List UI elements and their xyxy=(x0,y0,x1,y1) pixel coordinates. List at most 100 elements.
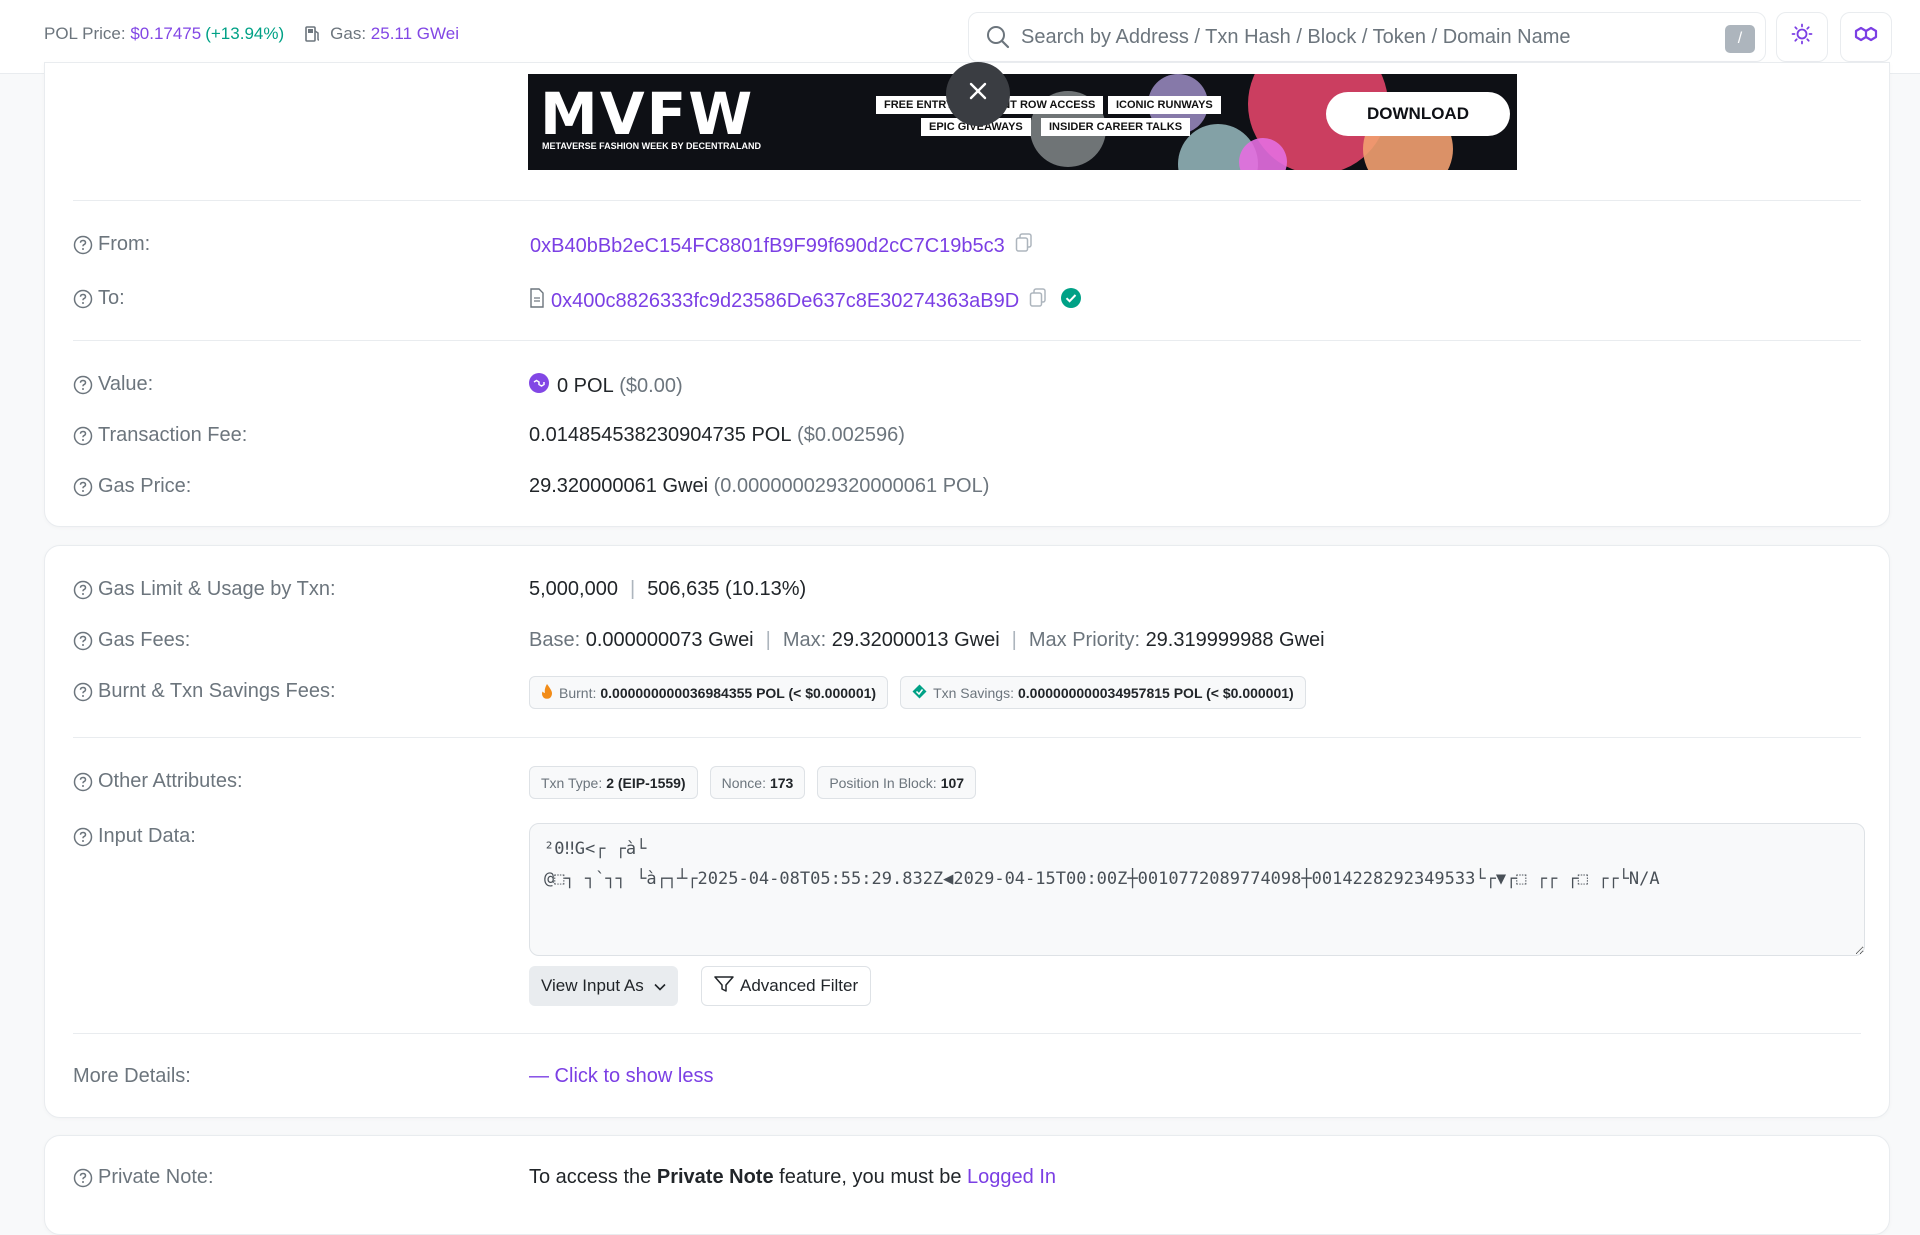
input-data-textarea[interactable]: ²0‼G<┌ ┌à└ @⬚┐ ┐`┐┐ └à┌┐┴┌2025-04-08T05:… xyxy=(529,823,1865,956)
separator: | xyxy=(765,629,771,651)
more-details-value: — Click to show less xyxy=(529,1065,714,1088)
divider xyxy=(73,1033,1861,1034)
question-circle-icon[interactable] xyxy=(73,375,93,395)
txn-type-chip: Txn Type: 2 (EIP-1559) xyxy=(529,766,698,799)
view-input-as-button[interactable]: View Input As xyxy=(529,966,678,1006)
ad-download-button[interactable]: DOWNLOAD xyxy=(1326,92,1510,136)
position-chip: Position In Block: 107 xyxy=(817,766,977,799)
close-icon xyxy=(968,81,988,107)
burnt-label-text: Burnt & Txn Savings Fees: xyxy=(98,680,336,702)
pol-price-value[interactable]: $0.17475 xyxy=(130,24,201,44)
network-switch-button[interactable] xyxy=(1840,12,1892,62)
value-label-text: Value: xyxy=(98,373,154,395)
private-note-value: To access the Private Note feature, you … xyxy=(529,1166,1056,1189)
search-input[interactable]: Search by Address / Txn Hash / Block / T… xyxy=(1021,26,1571,49)
max-priority-label: Max Priority: xyxy=(1028,629,1140,651)
search-shortcut-badge: / xyxy=(1725,25,1755,53)
fee-value: 0.014854538230904735 POL ($0.002596) xyxy=(529,424,905,447)
input-data-label-text: Input Data: xyxy=(98,825,196,847)
sun-icon xyxy=(1791,23,1813,51)
gas-price-pol: (0.000000029320000061 POL) xyxy=(713,475,990,497)
gas-fees-label: Gas Fees: xyxy=(73,629,190,652)
divider xyxy=(73,200,1861,201)
savings-icon xyxy=(912,684,927,702)
nonce-value: 173 xyxy=(769,774,794,791)
question-circle-icon[interactable] xyxy=(73,827,93,847)
savings-chip-label: Txn Savings: xyxy=(933,684,1014,701)
gas-value[interactable]: 25.11 GWei xyxy=(371,24,459,44)
gas-fees-value: Base: 0.000000073 Gwei | Max: 29.3200001… xyxy=(529,629,1325,652)
ad-tag: ICONIC RUNWAYS xyxy=(1108,96,1221,114)
other-attributes-value: Txn Type: 2 (EIP-1559) Nonce: 173 Positi… xyxy=(529,766,988,799)
gas-pump-icon xyxy=(304,25,322,43)
login-link[interactable]: Logged In xyxy=(967,1166,1056,1189)
other-attributes-label: Other Attributes: xyxy=(73,770,243,793)
gas-price-label-text: Gas Price: xyxy=(98,475,192,497)
value-pol: 0 POL xyxy=(557,374,614,397)
private-note-label: Private Note: xyxy=(73,1166,214,1189)
question-circle-icon[interactable] xyxy=(73,235,93,255)
burnt-chip-label: Burnt: xyxy=(559,684,597,701)
question-circle-icon[interactable] xyxy=(73,682,93,702)
copy-icon[interactable] xyxy=(1029,288,1047,314)
ad-logo: MVFW xyxy=(540,80,755,148)
fee-pol: 0.014854538230904735 POL xyxy=(529,424,792,446)
txn-type-label: Txn Type: xyxy=(541,774,603,791)
value-label: Value: xyxy=(73,373,153,396)
ad-tag: INSIDER CAREER TALKS xyxy=(1041,118,1191,136)
contract-file-icon xyxy=(529,288,545,314)
search-bar[interactable]: Search by Address / Txn Hash / Block / T… xyxy=(968,12,1766,62)
max-label: Max: xyxy=(782,629,827,651)
from-address-link[interactable]: 0xB40bBb2eC154FC8801fB9F99f690d2cC7C19b5… xyxy=(530,235,1005,258)
question-circle-icon[interactable] xyxy=(73,426,93,446)
chevron-down-icon xyxy=(654,976,666,996)
search-icon xyxy=(985,24,1011,50)
question-circle-icon[interactable] xyxy=(73,289,93,309)
from-value: 0xB40bBb2eC154FC8801fB9F99f690d2cC7C19b5… xyxy=(530,233,1033,259)
separator: | xyxy=(1011,629,1017,651)
pol-price-change: (+13.94%) xyxy=(205,24,285,43)
gas-price-gwei: 29.320000061 Gwei xyxy=(529,475,709,497)
gas-fees-label-text: Gas Fees: xyxy=(98,629,191,651)
max-priority-value: 29.319999988 Gwei xyxy=(1145,629,1325,651)
to-value: 0x400c8826333fc9d23586De637c8E30274363aB… xyxy=(529,288,1082,314)
private-note-bold: Private Note xyxy=(656,1166,774,1188)
advanced-filter-button[interactable]: Advanced Filter xyxy=(701,966,872,1006)
nonce-chip: Nonce: 173 xyxy=(709,766,806,799)
question-circle-icon[interactable] xyxy=(73,772,93,792)
copy-icon[interactable] xyxy=(1015,233,1033,259)
more-details-label-text: More Details: xyxy=(73,1065,191,1087)
verified-check-icon xyxy=(1061,288,1082,314)
burnt-chip-value: 0.000000000036984355 POL (< $0.000001) xyxy=(600,684,877,701)
to-address-link[interactable]: 0x400c8826333fc9d23586De637c8E30274363aB… xyxy=(551,290,1019,313)
ad-subtitle: METAVERSE FASHION WEEK BY DECENTRALAND xyxy=(542,141,762,151)
separator: | xyxy=(629,578,636,600)
filter-icon xyxy=(714,975,734,997)
polygon-logo-icon xyxy=(1853,23,1879,51)
gas-limit: 5,000,000 xyxy=(529,578,618,600)
to-label-text: To: xyxy=(98,287,125,309)
show-less-link[interactable]: — Click to show less xyxy=(529,1065,714,1088)
question-circle-icon[interactable] xyxy=(73,1168,93,1188)
theme-toggle-button[interactable] xyxy=(1776,12,1828,62)
gas-label: Gas: xyxy=(330,24,367,43)
question-circle-icon[interactable] xyxy=(73,631,93,651)
input-data-label: Input Data: xyxy=(73,825,196,848)
question-circle-icon[interactable] xyxy=(73,477,93,497)
gas-limit-label: Gas Limit & Usage by Txn: xyxy=(73,578,336,601)
more-details-label: More Details: xyxy=(73,1065,191,1088)
fee-label: Transaction Fee: xyxy=(73,424,247,447)
nonce-label: Nonce: xyxy=(721,774,766,791)
view-input-as-label: View Input As xyxy=(541,976,644,995)
txn-type-value: 2 (EIP-1559) xyxy=(606,774,686,791)
ad-close-button[interactable] xyxy=(946,62,1010,126)
question-circle-icon[interactable] xyxy=(73,580,93,600)
value-usd: ($0.00) xyxy=(619,374,683,397)
other-attributes-label-text: Other Attributes: xyxy=(98,770,243,792)
price-stats: POL Price: $0.17475 (+13.94%) Gas: 25.11… xyxy=(44,24,459,44)
fee-usd: ($0.002596) xyxy=(797,424,905,446)
gas-limit-value: 5,000,000 | 506,635 (10.13%) xyxy=(529,578,806,601)
ad-banner[interactable]: MVFW METAVERSE FASHION WEEK BY DECENTRAL… xyxy=(528,74,1517,170)
to-label: To: xyxy=(73,287,125,310)
savings-chip-value: 0.000000000034957815 POL (< $0.000001) xyxy=(1018,684,1294,701)
